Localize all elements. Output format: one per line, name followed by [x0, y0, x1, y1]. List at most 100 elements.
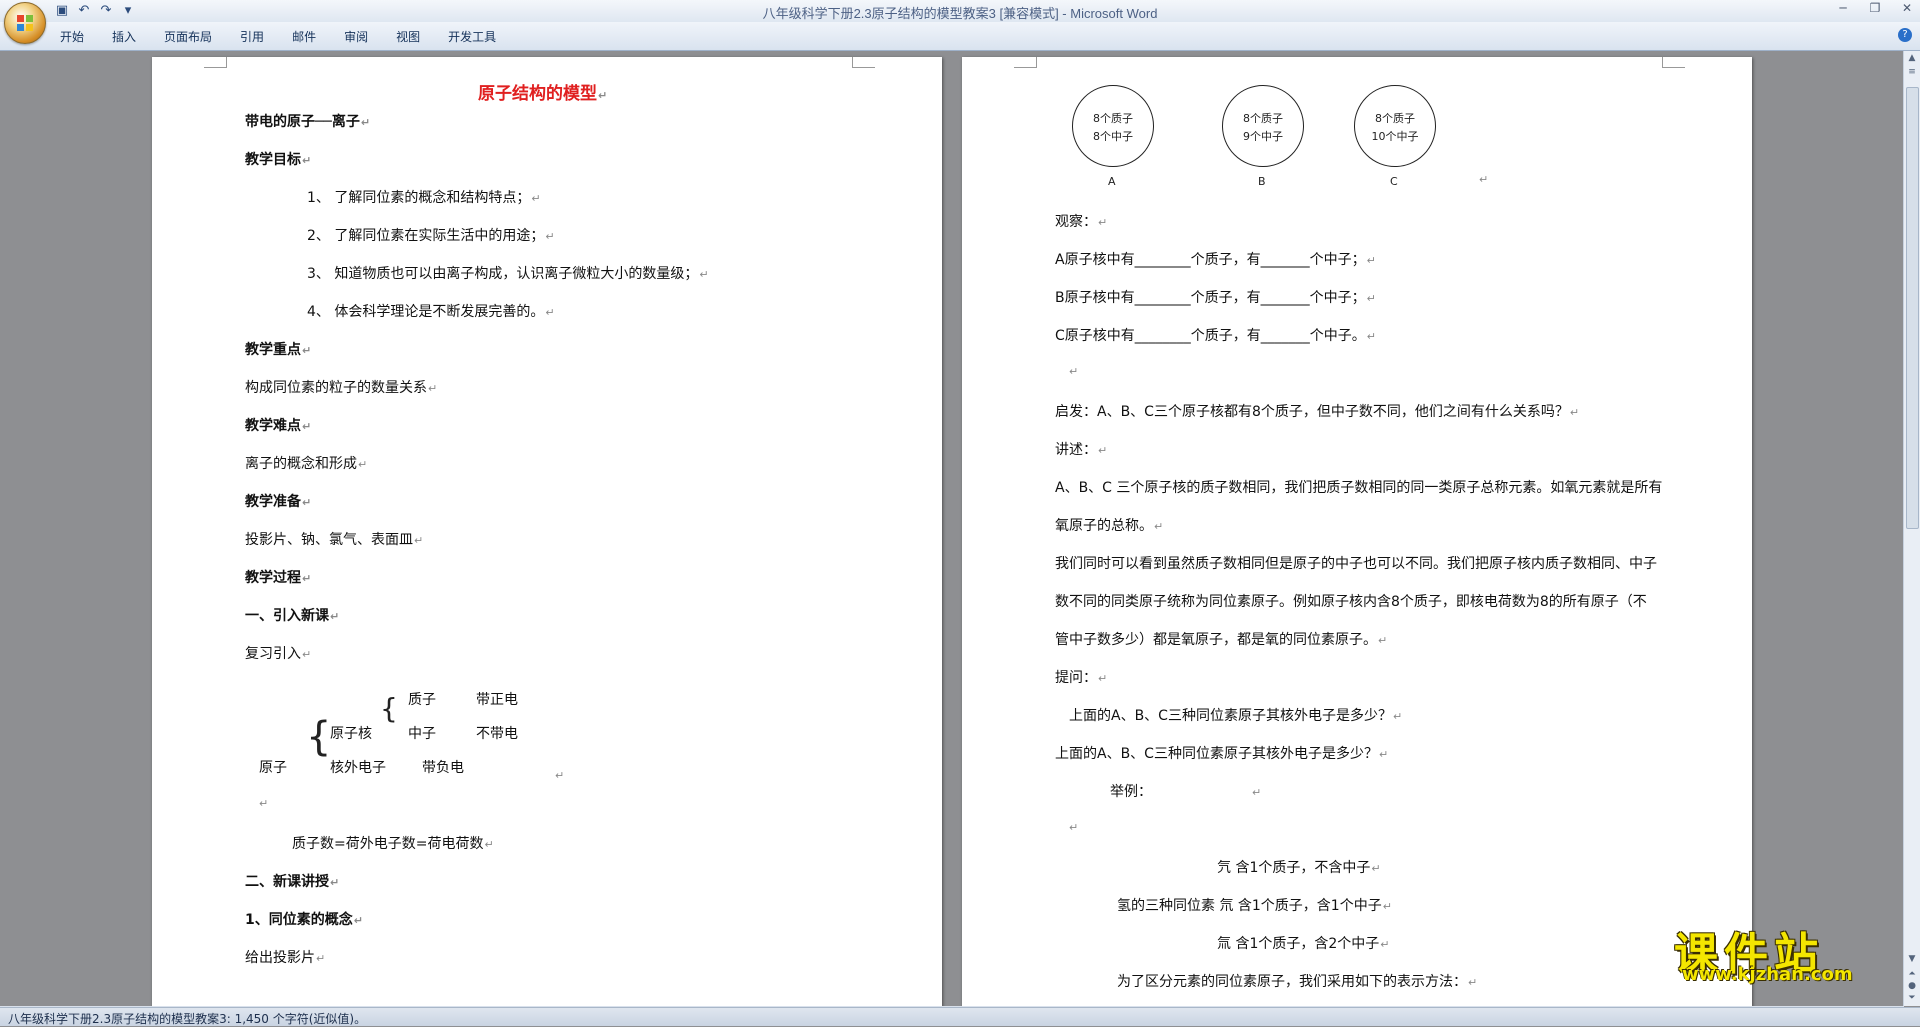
- paragraph-mark: ↵: [555, 769, 565, 782]
- brace: {: [306, 714, 332, 760]
- doc-line: 二、新课讲授↵: [245, 874, 340, 890]
- help-icon[interactable]: ?: [1898, 28, 1912, 42]
- tab-insert[interactable]: 插入: [112, 28, 136, 45]
- doc-line: 氧原子的总称。↵: [1055, 518, 1164, 534]
- document-title: 原子结构的模型↵: [478, 84, 608, 104]
- tab-references[interactable]: 引用: [240, 28, 264, 45]
- doc-line: B原子核中有________个质子，有_______个中子；↵: [1055, 290, 1376, 306]
- tab-developer[interactable]: 开发工具: [448, 28, 496, 45]
- brace: {: [380, 692, 398, 725]
- doc-line: A、B、C 三个原子核的质子数相同，我们把质子数相同的同一类原子总称元素。如氧元…: [1055, 480, 1663, 496]
- tab-home[interactable]: 开始: [60, 28, 84, 45]
- close-icon[interactable]: ✕: [1898, 1, 1916, 17]
- office-logo-icon: [17, 15, 33, 31]
- doc-line: C原子核中有________个质子，有_______个中子。↵: [1055, 328, 1376, 344]
- diagram-electron-charge: 带负电: [422, 760, 464, 776]
- doc-line: 启发：A、B、C三个原子核都有8个质子，但中子数不同，他们之间有什么关系吗？↵: [1055, 404, 1580, 420]
- doc-line: 4、 体会科学理论是不断发展完善的。↵: [307, 304, 555, 320]
- scrollbar-thumb[interactable]: [1906, 87, 1919, 529]
- diagram-nucleus: 原子核: [330, 726, 372, 742]
- atom-b-neutrons: 9个中子: [1243, 130, 1283, 143]
- diagram-electron: 核外电子: [330, 760, 386, 776]
- doc-line: 教学过程↵: [245, 570, 312, 586]
- atom-c-label: C: [1390, 175, 1398, 188]
- doc-line: A原子核中有________个质子，有_______个中子；↵: [1055, 252, 1376, 268]
- diagram-proton: 质子: [408, 692, 436, 708]
- maximize-icon[interactable]: ❐: [1866, 1, 1884, 17]
- doc-line: 2、 了解同位素在实际生活中的用途；↵: [307, 228, 555, 244]
- doc-line: 氕 含1个质子，不含中子↵: [1217, 860, 1381, 876]
- doc-line: 投影片、钠、氯气、表面皿↵: [245, 532, 424, 548]
- scroll-down-icon[interactable]: ▼: [1906, 954, 1918, 966]
- doc-line: ↵: [1069, 821, 1079, 834]
- doc-line: 复习引入↵: [245, 646, 312, 662]
- paragraph-mark: ↵: [1479, 173, 1489, 186]
- doc-line: 氢的三种同位素 氘 含1个质子，含1个中子↵: [1117, 898, 1392, 914]
- diagram-neutron-charge: 不带电: [476, 726, 518, 742]
- doc-line: 氚 含1个质子，含2个中子↵: [1217, 936, 1390, 952]
- browse-object-icon[interactable]: ●: [1906, 981, 1918, 993]
- atom-diagram-a: 8个质子 8个中子: [1072, 85, 1154, 167]
- doc-line: 构成同位素的粒子的数量关系↵: [245, 380, 438, 396]
- doc-line: 上面的A、B、C三种同位素原子其核外电子是多少？↵: [1055, 746, 1389, 762]
- doc-line: 离子的概念和形成↵: [245, 456, 368, 472]
- status-bar: 八年级科学下册2.3原子结构的模型教案3: 1,450 个字符(近似值)。: [0, 1007, 1920, 1026]
- atom-diagram-b: 8个质子 9个中子: [1222, 85, 1304, 167]
- atom-c-neutrons: 10个中子: [1371, 130, 1419, 143]
- doc-line: 一、引入新课↵: [245, 608, 340, 624]
- watermark-url: www.kjzhan.com: [1682, 964, 1853, 985]
- window-title: 八年级科学下册2.3原子结构的模型教案3 [兼容模式] - Microsoft …: [762, 6, 1158, 21]
- diagram-atom: 原子: [259, 760, 287, 776]
- scroll-up-icon[interactable]: ▲: [1906, 53, 1918, 65]
- tab-page-layout[interactable]: 页面布局: [164, 28, 212, 45]
- word-count-status: 八年级科学下册2.3原子结构的模型教案3: 1,450 个字符(近似值)。: [8, 1012, 367, 1026]
- doc-line: 1、 了解同位素的概念和结构特点；↵: [307, 190, 541, 206]
- atom-b-label: B: [1258, 175, 1266, 188]
- atom-a-neutrons: 8个中子: [1093, 130, 1133, 143]
- tab-view[interactable]: 视图: [396, 28, 420, 45]
- page-2: 8个质子 8个中子 A 8个质子 9个中子 B 8个质子 10个中子 C ↵ 观…: [962, 57, 1752, 1006]
- atom-a-protons: 8个质子: [1093, 112, 1133, 125]
- office-button[interactable]: [4, 2, 46, 44]
- doc-line: 教学目标↵: [245, 152, 312, 168]
- document-workspace: 原子结构的模型↵ 带电的原子──离子↵ 教学目标↵ 1、 了解同位素的概念和结构…: [0, 51, 1904, 1006]
- doc-line: 3、 知道物质也可以由离子构成，认识离子微粒大小的数量级；↵: [307, 266, 709, 282]
- minimize-icon[interactable]: ─: [1834, 1, 1852, 17]
- next-page-icon[interactable]: ⏷: [1906, 993, 1918, 1005]
- diagram-neutron: 中子: [408, 726, 436, 742]
- atom-c-protons: 8个质子: [1375, 112, 1415, 125]
- ribbon-tabs: 开始 插入 页面布局 引用 邮件 审阅 视图 开发工具: [60, 28, 524, 45]
- doc-line: 提问：↵: [1055, 670, 1108, 686]
- page-1: 原子结构的模型↵ 带电的原子──离子↵ 教学目标↵ 1、 了解同位素的概念和结构…: [152, 57, 942, 1006]
- tab-review[interactable]: 审阅: [344, 28, 368, 45]
- doc-line: 给出投影片↵: [245, 950, 326, 966]
- doc-line: ↵: [1069, 365, 1079, 378]
- crop-mark: [1014, 57, 1037, 68]
- tab-mailings[interactable]: 邮件: [292, 28, 316, 45]
- doc-line: 质子数=荷外电子数=荷电荷数↵: [292, 836, 494, 852]
- doc-line: 我们同时可以看到虽然质子数相同但是原子的中子也可以不同。我们把原子核内质子数相同…: [1055, 556, 1657, 572]
- watermark-logo: 课件站 www.kjzhan.com: [1674, 918, 1884, 988]
- doc-line: 教学难点↵: [245, 418, 312, 434]
- doc-line: 数不同的同类原子统称为同位素原子。例如原子核内含8个质子，即核电荷数为8的所有原…: [1055, 594, 1647, 610]
- doc-line: 观察：↵: [1055, 214, 1108, 230]
- doc-line: 管中子数多少）都是氧原子，都是氧的同位素原子。↵: [1055, 632, 1388, 648]
- window-controls: ─ ❐ ✕: [1834, 1, 1916, 17]
- doc-line: 带电的原子──离子↵: [245, 114, 371, 130]
- crop-mark: [1662, 57, 1685, 68]
- vertical-scrollbar[interactable]: ▲ ≡ ▼ ⏶ ● ⏷: [1903, 51, 1920, 1006]
- ribbon: 开始 插入 页面布局 引用 邮件 审阅 视图 开发工具 ?: [0, 22, 1920, 51]
- ruler-icon[interactable]: ≡: [1906, 67, 1918, 79]
- doc-line: 讲述：↵: [1055, 442, 1108, 458]
- title-bar: ▣ ↶ ↷ ▾ 八年级科学下册2.3原子结构的模型教案3 [兼容模式] - Mi…: [0, 0, 1920, 23]
- doc-line: 教学准备↵: [245, 494, 312, 510]
- previous-page-icon[interactable]: ⏶: [1906, 969, 1918, 981]
- atom-diagram-c: 8个质子 10个中子: [1354, 85, 1436, 167]
- doc-line: 上面的A、B、C三种同位素原子其核外电子是多少？↵: [1069, 708, 1403, 724]
- paragraph-mark: ↵: [259, 797, 269, 810]
- crop-mark: [852, 57, 875, 68]
- doc-line: 1、同位素的概念↵: [245, 912, 363, 928]
- atom-b-protons: 8个质子: [1243, 112, 1283, 125]
- doc-line: 举例： ↵: [1110, 784, 1262, 800]
- doc-line: 教学重点↵: [245, 342, 312, 358]
